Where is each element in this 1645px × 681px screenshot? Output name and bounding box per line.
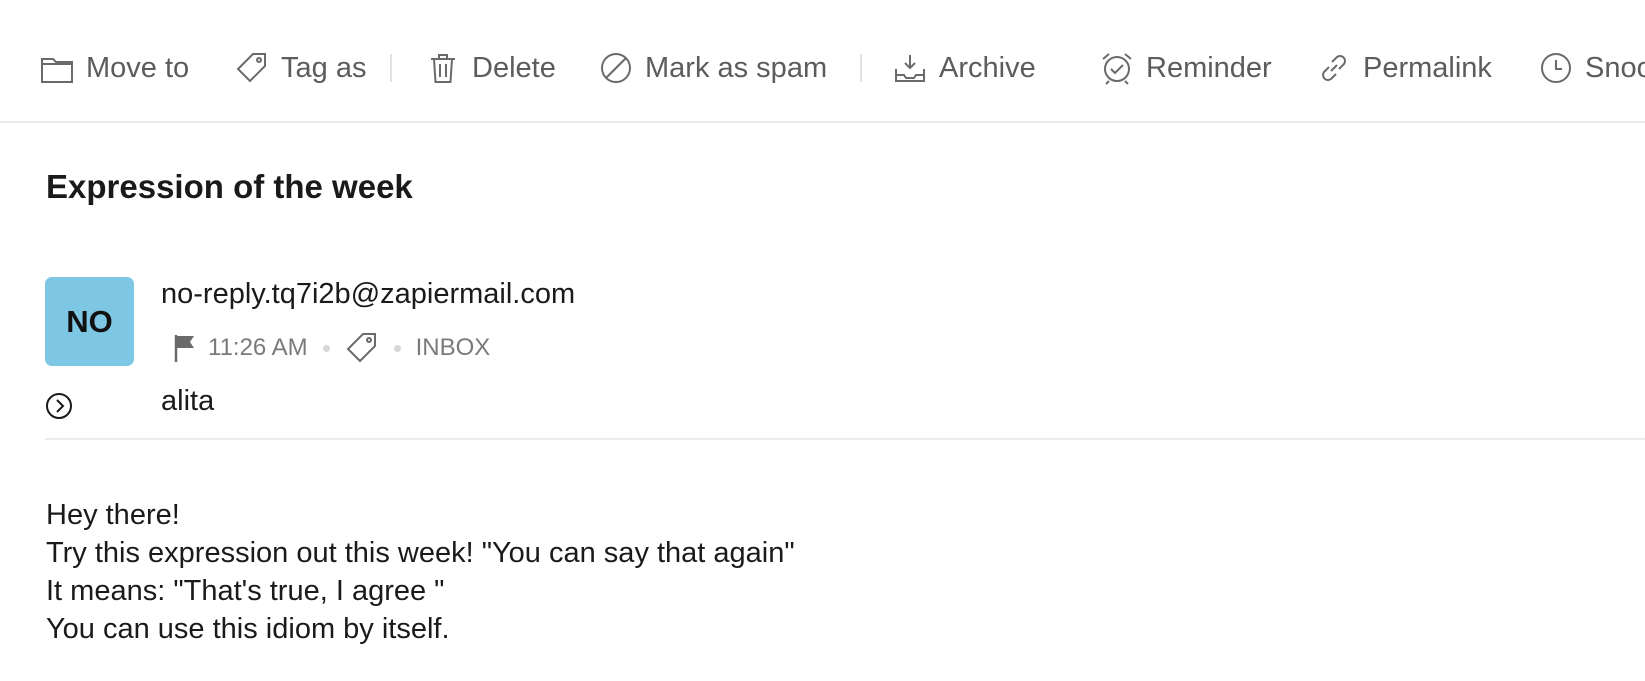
body-line: You can use this idiom by itself. xyxy=(46,613,450,645)
link-icon xyxy=(1322,55,1346,81)
header-divider xyxy=(45,438,1645,440)
mark-as-spam-button[interactable]: Mark as spam xyxy=(599,40,827,96)
toolbar: Move to Tag as Delete Mark as spam Archi… xyxy=(0,0,1645,123)
email-subject: Expression of the week xyxy=(46,168,413,205)
delete-button[interactable]: Delete xyxy=(426,40,556,96)
tag-as-button[interactable]: Tag as xyxy=(235,40,366,96)
email-meta: 11:26 AM INBOX xyxy=(172,328,490,368)
archive-button[interactable]: Archive xyxy=(893,40,1036,96)
snooze-label: Snooze xyxy=(1585,51,1645,84)
avatar: NO xyxy=(45,277,134,366)
reminder-label: Reminder xyxy=(1146,51,1272,84)
body-line: Try this expression out this week! "You … xyxy=(46,537,795,569)
move-to-label: Move to xyxy=(86,51,190,84)
tag-icon[interactable] xyxy=(345,331,379,365)
delete-label: Delete xyxy=(472,51,556,84)
alarm-clock-icon xyxy=(1102,53,1132,85)
sender-address[interactable]: no-reply.tq7i2b@zapiermail.com xyxy=(161,278,575,311)
folder-label[interactable]: INBOX xyxy=(416,334,491,362)
avatar-initials: NO xyxy=(66,303,113,339)
body-line: It means: "That's true, I agree " xyxy=(46,575,445,607)
recipient: alita xyxy=(161,385,215,417)
tag-icon xyxy=(236,53,266,83)
trash-icon xyxy=(431,54,455,83)
snooze-button[interactable]: Snooze xyxy=(1539,40,1645,96)
email-body: Hey there! Try this expression out this … xyxy=(46,496,795,648)
reminder-button[interactable]: Reminder xyxy=(1100,40,1272,96)
email-time: 11:26 AM xyxy=(208,334,308,361)
folder-icon xyxy=(41,58,73,83)
clock-icon xyxy=(1541,53,1571,83)
meta-separator-dot xyxy=(393,344,401,352)
tag-as-label: Tag as xyxy=(281,51,367,84)
body-line: Hey there! xyxy=(46,499,180,531)
toolbar-divider xyxy=(860,54,862,82)
permalink-label: Permalink xyxy=(1363,51,1492,84)
archive-label[interactable]: Archive xyxy=(939,52,1036,85)
move-to-button[interactable]: Move to xyxy=(40,40,189,96)
archive-icon xyxy=(895,55,925,82)
mark-as-spam-label: Mark as spam xyxy=(645,51,828,84)
flag-icon[interactable] xyxy=(172,333,198,363)
chevron-right-circle-icon[interactable] xyxy=(44,391,74,421)
toolbar-divider xyxy=(390,54,392,82)
meta-separator-dot xyxy=(322,344,330,352)
permalink-button[interactable]: Permalink xyxy=(1317,40,1492,96)
block-icon xyxy=(601,53,631,83)
